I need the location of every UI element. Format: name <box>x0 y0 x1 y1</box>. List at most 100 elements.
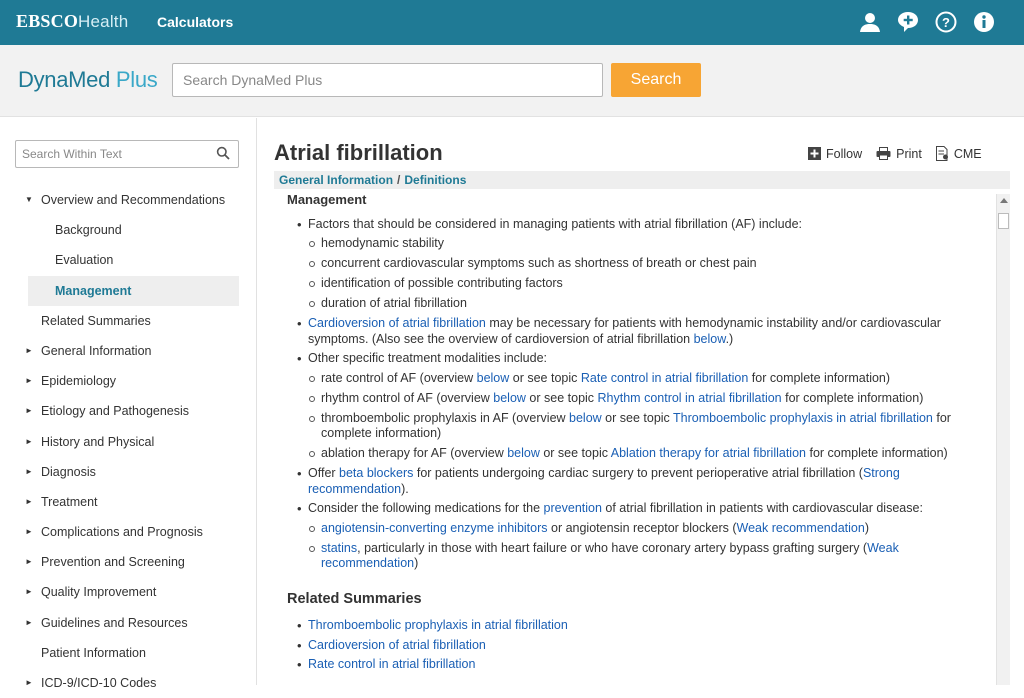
list-item: Consider the following medications for t… <box>287 501 987 572</box>
list-text: or see topic <box>539 446 611 460</box>
scroll-thumb[interactable] <box>998 213 1009 229</box>
list-item: Thromboembolic prophylaxis in atrial fib… <box>287 618 987 634</box>
cme-button[interactable]: CME <box>935 146 982 161</box>
collapsed-arrow-icon[interactable]: ► <box>25 517 33 547</box>
search-icon[interactable] <box>216 146 230 165</box>
sub-list-item: statins, particularly in those with hear… <box>308 541 987 572</box>
user-icon[interactable] <box>858 10 882 34</box>
related-link[interactable]: Rate control in atrial fibrillation <box>308 657 475 671</box>
toc-label: Etiology and Pathogenesis <box>41 404 190 419</box>
list-text: ablation therapy for AF (overview <box>321 446 508 460</box>
prevention-link[interactable]: prevention <box>544 501 602 515</box>
follow-button[interactable]: Follow <box>808 146 862 161</box>
toc-etiology[interactable]: ► Etiology and Pathogenesis <box>0 396 257 426</box>
collapsed-arrow-icon[interactable]: ► <box>25 427 33 457</box>
statins-link[interactable]: statins <box>321 541 357 555</box>
collapsed-arrow-icon[interactable]: ► <box>25 487 33 517</box>
dynamed-plus-logo[interactable]: DynaMed Plus <box>18 67 158 93</box>
list-text: for complete information) <box>781 390 924 405</box>
toc-patient-information[interactable]: Patient Information <box>0 638 257 668</box>
weak-recommendation-link[interactable]: Weak recommendation <box>737 521 865 535</box>
toc-prevention[interactable]: ► Prevention and Screening <box>0 547 257 577</box>
list-text: rate control of AF (overview <box>321 370 477 385</box>
list-text: ). <box>401 481 409 496</box>
list-text: Consider the following medications for t… <box>308 501 544 515</box>
toc-treatment[interactable]: ► Treatment <box>0 487 257 517</box>
table-of-contents: ▼ Overview and Recommendations Background… <box>0 185 257 698</box>
below-link[interactable]: below <box>569 411 602 425</box>
breadcrumb-definitions[interactable]: Definitions <box>404 173 466 187</box>
list-text: or see topic <box>525 390 598 405</box>
list-text: or see topic <box>509 370 581 385</box>
sub-list-item: rhythm control of AF (overview below or … <box>308 391 987 407</box>
collapsed-arrow-icon[interactable]: ► <box>25 547 33 577</box>
expanded-arrow-icon[interactable]: ▼ <box>25 185 33 215</box>
toc-general-information[interactable]: ► General Information <box>0 336 257 366</box>
rate-control-link[interactable]: Rate control in atrial fibrillation <box>581 371 748 385</box>
management-list: Factors that should be considered in man… <box>287 217 987 572</box>
scroll-up-arrow-icon[interactable] <box>1000 198 1008 203</box>
related-summaries-heading: Related Summaries <box>287 590 422 607</box>
ace-inhibitors-link[interactable]: angiotensin-converting enzyme inhibitors <box>321 521 548 535</box>
collapsed-arrow-icon[interactable]: ► <box>25 608 33 638</box>
beta-blockers-link[interactable]: beta blockers <box>339 466 413 480</box>
printer-icon <box>876 147 891 160</box>
info-icon[interactable] <box>972 10 996 34</box>
cardioversion-link[interactable]: Cardioversion of atrial fibrillation <box>308 316 486 330</box>
collapsed-arrow-icon[interactable]: ► <box>25 396 33 426</box>
sub-list: angiotensin-converting enzyme inhibitors… <box>308 521 987 572</box>
toc-diagnosis[interactable]: ► Diagnosis <box>0 457 257 487</box>
toc-label: Diagnosis <box>41 464 96 479</box>
related-link[interactable]: Thromboembolic prophylaxis in atrial fib… <box>308 618 568 632</box>
sub-list-item: ablation therapy for AF (overview below … <box>308 446 987 462</box>
breadcrumb-general-information[interactable]: General Information <box>279 173 393 187</box>
toc-label: Related Summaries <box>41 313 151 328</box>
below-link[interactable]: below <box>694 332 726 346</box>
list-text: thromboembolic prophylaxis in AF (overvi… <box>321 410 570 425</box>
collapsed-arrow-icon[interactable]: ► <box>25 366 33 396</box>
toc-management[interactable]: Management <box>28 275 239 306</box>
toc-evaluation[interactable]: Evaluation <box>0 245 257 275</box>
toc-related-summaries[interactable]: Related Summaries <box>0 306 257 336</box>
search-button[interactable]: Search <box>611 63 701 97</box>
topic-actions: Follow Print CME <box>808 146 982 161</box>
collapsed-arrow-icon[interactable]: ► <box>25 577 33 607</box>
breadcrumb-separator: / <box>397 173 401 187</box>
toc-complications[interactable]: ► Complications and Prognosis <box>0 517 257 547</box>
help-icon[interactable]: ? <box>934 10 958 34</box>
toc-guidelines[interactable]: ► Guidelines and Resources <box>0 608 257 638</box>
thromboembolic-prophylaxis-link[interactable]: Thromboembolic prophylaxis in atrial fib… <box>673 411 933 425</box>
toc-epidemiology[interactable]: ► Epidemiology <box>0 366 257 396</box>
below-link[interactable]: below <box>507 446 540 460</box>
related-link[interactable]: Cardioversion of atrial fibrillation <box>308 638 486 652</box>
search-within-box <box>15 140 239 168</box>
ebsco-health-logo[interactable]: EBSCOHealth <box>16 11 128 32</box>
cme-label: CME <box>953 146 982 161</box>
search-header: DynaMed Plus Search <box>0 45 1024 117</box>
collapsed-arrow-icon[interactable]: ► <box>25 457 33 487</box>
sub-list-item: duration of atrial fibrillation <box>308 296 987 312</box>
search-input[interactable] <box>172 63 603 97</box>
plus-box-icon <box>808 147 821 160</box>
calculators-link[interactable]: Calculators <box>157 14 233 30</box>
sidebar: ▼ Overview and Recommendations Background… <box>0 118 257 690</box>
toc-history-physical[interactable]: ► History and Physical <box>0 427 257 457</box>
chat-plus-icon[interactable] <box>896 10 920 34</box>
collapsed-arrow-icon[interactable]: ► <box>25 336 33 366</box>
toc-background[interactable]: Background <box>0 215 257 245</box>
content-scrollbar[interactable] <box>996 194 1010 685</box>
toc-overview[interactable]: ▼ Overview and Recommendations <box>0 185 257 215</box>
below-link[interactable]: below <box>493 391 526 405</box>
search-within-input[interactable] <box>16 141 206 167</box>
collapsed-arrow-icon[interactable]: ► <box>25 668 33 698</box>
print-button[interactable]: Print <box>876 146 922 161</box>
below-link[interactable]: below <box>477 371 510 385</box>
toc-quality-improvement[interactable]: ► Quality Improvement <box>0 577 257 607</box>
toc-label: Evaluation <box>55 253 114 268</box>
ablation-therapy-link[interactable]: Ablation therapy for atrial fibrillation <box>611 446 806 460</box>
cme-document-icon <box>935 146 948 161</box>
list-text: .) <box>725 331 734 346</box>
toc-icd-codes[interactable]: ► ICD-9/ICD-10 Codes <box>0 668 257 698</box>
sub-list: rate control of AF (overview below or se… <box>308 371 987 462</box>
rhythm-control-link[interactable]: Rhythm control in atrial fibrillation <box>598 391 782 405</box>
